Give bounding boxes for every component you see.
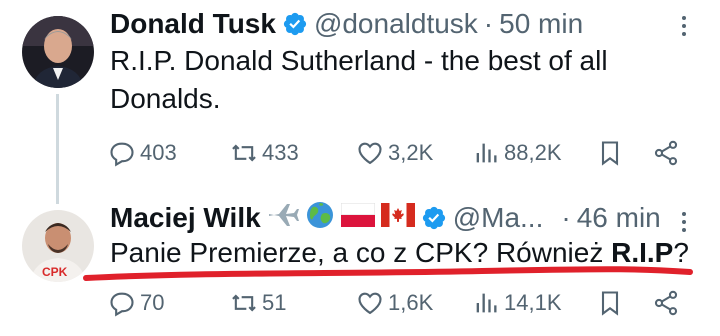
views-icon bbox=[476, 293, 497, 313]
display-name[interactable]: Donald Tusk bbox=[110, 8, 276, 40]
more-icon[interactable] bbox=[670, 12, 698, 40]
like-icon bbox=[358, 292, 382, 315]
retweet-button[interactable]: 433 bbox=[230, 136, 299, 170]
retweet-count: 433 bbox=[262, 140, 299, 165]
bookmark-button[interactable] bbox=[596, 136, 628, 170]
more-icon[interactable] bbox=[670, 208, 698, 236]
timestamp[interactable]: 50 min bbox=[499, 8, 583, 40]
avatar[interactable] bbox=[22, 16, 94, 88]
share-button[interactable] bbox=[652, 136, 684, 170]
handle[interactable]: @donaldtusk bbox=[314, 8, 478, 40]
views-icon bbox=[476, 143, 497, 163]
like-icon bbox=[358, 142, 382, 165]
views-count: 88,2K bbox=[504, 140, 562, 165]
airplane-icon bbox=[267, 201, 299, 236]
timestamp[interactable]: 46 min bbox=[577, 202, 661, 234]
retweet-icon bbox=[232, 294, 256, 312]
like-button[interactable]: 3,2K bbox=[356, 136, 433, 170]
share-icon bbox=[654, 290, 678, 316]
share-button[interactable] bbox=[652, 286, 684, 320]
reply-icon bbox=[110, 292, 134, 317]
retweet-icon bbox=[232, 144, 256, 162]
like-count: 1,6K bbox=[388, 290, 434, 315]
reply-count: 70 bbox=[140, 290, 165, 315]
views-count: 14,1K bbox=[504, 290, 562, 315]
svg-text:CPK: CPK bbox=[42, 265, 68, 279]
verified-icon bbox=[421, 205, 447, 231]
tweet-text: R.I.P. Donald Sutherland - the best of a… bbox=[110, 45, 608, 114]
reply-button[interactable]: 70 bbox=[108, 286, 164, 320]
handle[interactable]: @Ma... bbox=[453, 202, 544, 234]
display-name[interactable]: Maciej Wilk bbox=[110, 202, 261, 234]
poland-flag-icon bbox=[340, 202, 376, 234]
bookmark-icon bbox=[601, 291, 619, 316]
like-count: 3,2K bbox=[388, 140, 434, 165]
canada-flag-icon bbox=[380, 202, 415, 234]
tweet-header: Donald Tusk @donaldtusk · 50 min bbox=[110, 4, 583, 44]
views-button[interactable]: 14,1K bbox=[472, 286, 562, 320]
retweet-button[interactable]: 51 bbox=[230, 286, 286, 320]
verified-icon bbox=[282, 11, 308, 37]
tweet-header: Maciej Wilk @Ma... · 46 min bbox=[110, 198, 661, 238]
tweet[interactable]: CPK Maciej Wilk @Ma... · 46 min Panie Pr… bbox=[0, 190, 720, 336]
globe-icon bbox=[305, 200, 335, 237]
like-button[interactable]: 1,6K bbox=[356, 286, 433, 320]
red-underline-annotation bbox=[83, 266, 693, 281]
separator: · bbox=[483, 8, 494, 39]
reply-button[interactable]: 403 bbox=[108, 136, 177, 170]
reply-count: 403 bbox=[140, 140, 177, 165]
thread-line bbox=[56, 94, 59, 204]
bookmark-button[interactable] bbox=[596, 286, 628, 320]
bookmark-icon bbox=[601, 141, 619, 166]
separator: · bbox=[561, 202, 571, 233]
share-icon bbox=[654, 140, 678, 166]
reply-icon bbox=[110, 142, 134, 167]
tweet[interactable]: Donald Tusk @donaldtusk · 50 min R.I.P. … bbox=[0, 0, 720, 204]
views-button[interactable]: 88,2K bbox=[472, 136, 562, 170]
retweet-count: 51 bbox=[262, 290, 287, 315]
